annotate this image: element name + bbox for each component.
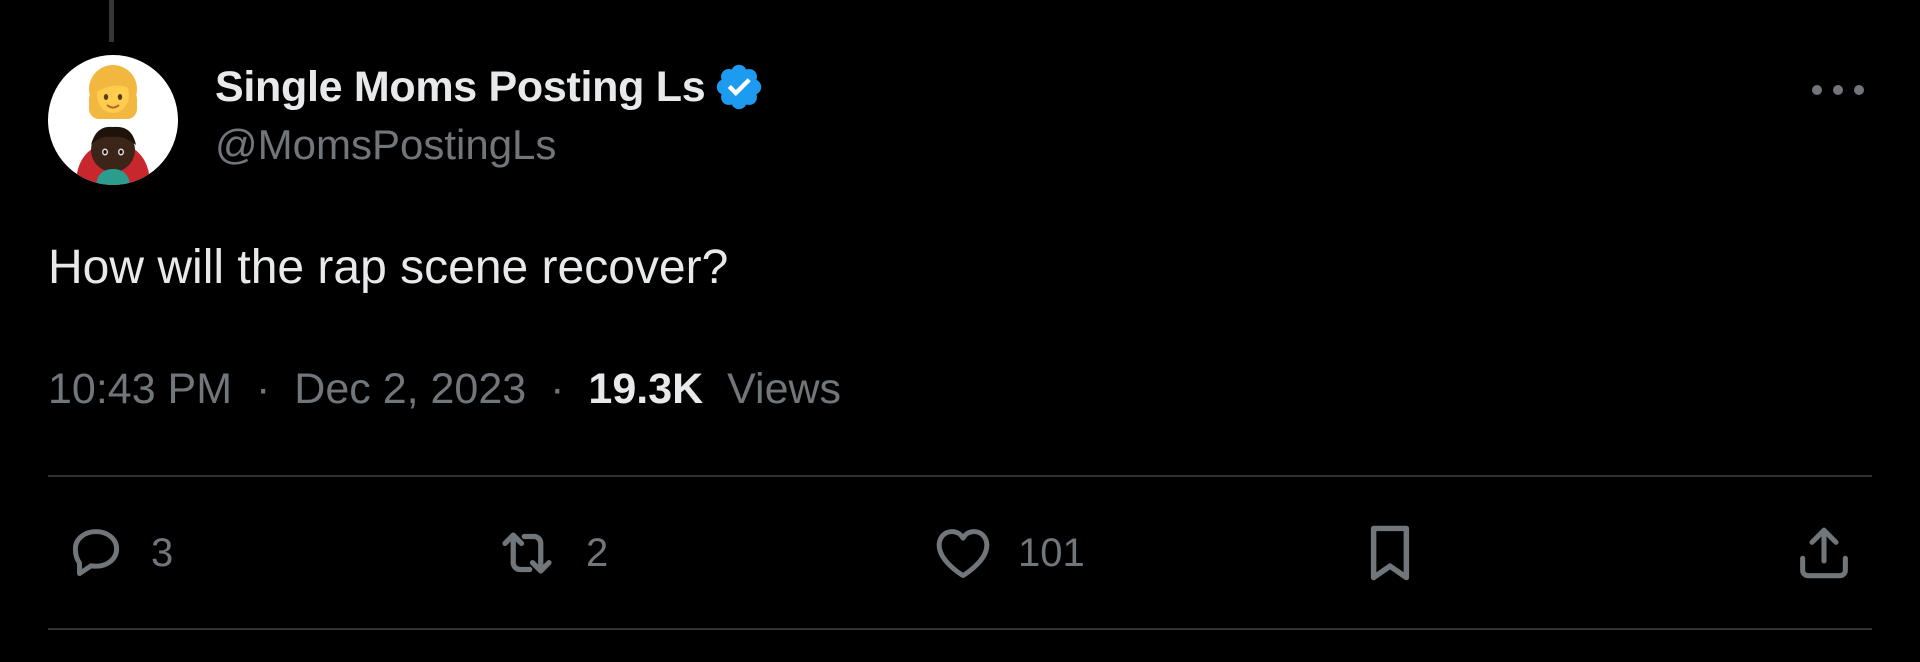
- reply-button[interactable]: 3: [63, 520, 173, 586]
- share-button[interactable]: [1792, 520, 1856, 586]
- reply-icon: [72, 529, 120, 577]
- views-count: 19.3K: [588, 365, 704, 413]
- more-options-icon[interactable]: [1812, 72, 1864, 108]
- bookmark-button[interactable]: [1360, 520, 1420, 586]
- woman-and-child-emoji-icon: [76, 65, 150, 185]
- share-icon: [1800, 527, 1848, 579]
- like-button[interactable]: 101: [930, 520, 1085, 586]
- author-name-row: Single Moms Posting Ls: [215, 55, 765, 119]
- avatar[interactable]: [48, 55, 178, 185]
- meta-separator: ·: [550, 365, 565, 413]
- author-display-name[interactable]: Single Moms Posting Ls: [215, 63, 706, 112]
- thread-connector-line: [109, 0, 114, 42]
- verified-badge-icon[interactable]: [713, 61, 765, 113]
- tweet-author-header: Single Moms Posting Ls @MomsPostingLs: [215, 55, 765, 169]
- like-count: 101: [1018, 530, 1085, 575]
- more-dot-icon: [1854, 85, 1864, 95]
- author-handle[interactable]: @MomsPostingLs: [215, 121, 765, 169]
- heart-icon: [936, 529, 990, 579]
- bookmark-icon: [1370, 525, 1410, 581]
- meta-separator: ·: [256, 365, 271, 413]
- repost-count: 2: [586, 530, 609, 575]
- more-dot-icon: [1812, 85, 1822, 95]
- more-dot-icon: [1833, 85, 1843, 95]
- reply-count: 3: [151, 530, 174, 575]
- repost-icon: [502, 532, 552, 574]
- tweet-metadata: 10:43 PM · Dec 2, 2023 · 19.3K Views: [48, 365, 841, 414]
- divider-bottom: [48, 628, 1872, 630]
- tweet-date[interactable]: Dec 2, 2023: [294, 365, 526, 413]
- views-label: Views: [727, 365, 842, 413]
- repost-button[interactable]: 2: [490, 520, 608, 586]
- tweet-time[interactable]: 10:43 PM: [48, 365, 232, 413]
- tweet-text: How will the rap scene recover?: [48, 241, 729, 294]
- divider-top: [48, 475, 1872, 477]
